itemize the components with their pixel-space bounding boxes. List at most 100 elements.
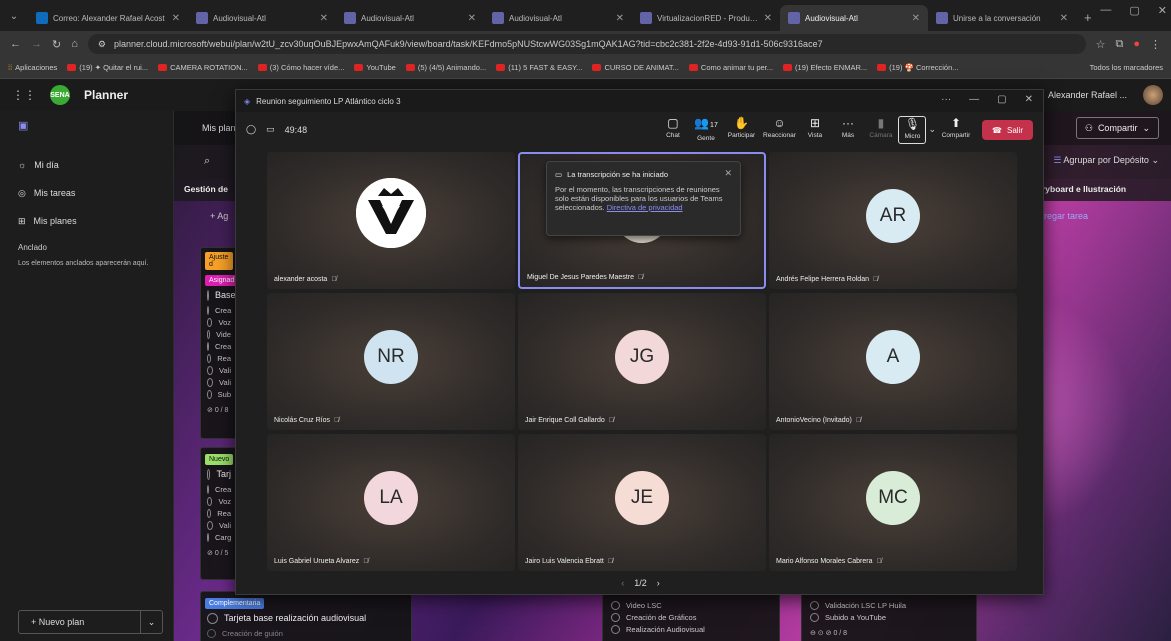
control-people-button[interactable]: 👥17 Gente — [690, 116, 721, 144]
recording-notes-icon[interactable]: ▭ — [266, 124, 275, 135]
site-info-icon[interactable]: ⚙ — [98, 39, 106, 50]
maximize-icon[interactable]: ▢ — [1129, 4, 1139, 17]
add-task-button-right[interactable]: regar tarea — [1044, 211, 1088, 221]
checklist-item[interactable]: Rea — [207, 507, 231, 519]
checklist-item[interactable]: Rea — [207, 352, 231, 364]
checklist-checkbox[interactable] — [611, 612, 620, 622]
participant-tile[interactable]: A AntonioVecino (Invitado) 🎙̸ — [769, 293, 1017, 430]
app-launcher-icon[interactable]: ⋮⋮ — [12, 88, 36, 102]
checklist-checkbox[interactable] — [207, 317, 213, 327]
checklist-item[interactable]: Voz — [207, 495, 231, 507]
checklist-item[interactable]: Subido a YouTube — [810, 611, 968, 623]
close-icon[interactable]: ✕ — [172, 13, 180, 24]
close-icon[interactable]: ✕ — [764, 13, 772, 24]
control-chat-button[interactable]: ▢ Chat — [657, 116, 688, 144]
search-icon[interactable]: ⌕ — [204, 155, 210, 168]
browser-tab[interactable]: Audiovisual-Atl ✕ — [336, 5, 484, 31]
checklist-checkbox[interactable] — [207, 496, 213, 506]
profile-icon[interactable]: ● — [1133, 38, 1140, 50]
chevron-right-icon[interactable]: › — [657, 578, 660, 588]
checklist-item[interactable]: Sub — [207, 388, 231, 400]
chevron-left-icon[interactable]: ‹ — [621, 578, 624, 588]
browser-tab[interactable]: Audiovisual-Atl ✕ — [188, 5, 336, 31]
checklist-item[interactable]: Vide — [207, 328, 231, 340]
control-share-screen-button[interactable]: ⬆ Compartir — [938, 116, 974, 144]
checklist-checkbox[interactable] — [207, 389, 212, 399]
more-options-icon[interactable]: ··· — [941, 94, 951, 105]
participant-tile[interactable]: MC Mario Alfonso Morales Cabrera 🎙̸ — [769, 434, 1017, 571]
chevron-down-icon[interactable]: ⌄ — [140, 611, 162, 633]
participant-tile[interactable]: AR Andrés Felipe Herrera Roldan 🎙̸ — [769, 152, 1017, 289]
checklist-checkbox[interactable] — [207, 329, 211, 339]
close-icon[interactable]: ✕ — [320, 13, 328, 24]
leave-button[interactable]: ☎ Salir — [982, 120, 1033, 140]
bookmark-item[interactable]: (19) 🍄 Corrección... — [877, 63, 959, 72]
bookmark-item[interactable]: CURSO DE ANIMAT... — [592, 63, 679, 72]
checklist-item[interactable]: Crea — [207, 483, 231, 495]
participant-tile[interactable]: LA Luis Gabriel Urueta Alvarez 🎙̸ — [267, 434, 515, 571]
extensions-icon[interactable]: ⧉ — [1115, 38, 1123, 51]
checklist-item[interactable]: Crea — [207, 340, 231, 352]
checklist-item[interactable]: Validación LSC LP Huila — [810, 599, 968, 611]
control-hand-button[interactable]: ✋ Participar — [723, 116, 759, 144]
user-name[interactable]: Alexander Rafael ... — [1048, 90, 1127, 100]
close-icon[interactable]: ✕ — [912, 13, 920, 24]
checklist-item[interactable]: Video LSC — [611, 599, 771, 611]
url-input[interactable]: ⚙ planner.cloud.microsoft/webui/plan/w2t… — [87, 34, 1086, 54]
back-icon[interactable]: ← — [10, 38, 21, 50]
participant-tile[interactable]: JE Jairo Luis Valencia Ebratt 🎙̸ — [518, 434, 766, 571]
group-by-dropdown[interactable]: ☰ Agrupar por Depósito ⌄ — [1053, 155, 1159, 166]
control-more-button[interactable]: ··· Más — [832, 116, 863, 144]
task-card[interactable]: Video LSC Creación de Gráficos Realización… — [602, 593, 780, 641]
bookmark-item[interactable]: YouTube — [354, 63, 396, 72]
control-smile-button[interactable]: ☺ Reaccionar — [761, 116, 797, 144]
avatar[interactable] — [1143, 85, 1163, 105]
control-view-button[interactable]: ⊞ Vista — [799, 116, 830, 144]
collapse-nav-icon[interactable]: ▣ — [0, 111, 173, 143]
browser-tab[interactable]: Audiovisual-Atl ✕ — [484, 5, 632, 31]
reload-icon[interactable]: ↻ — [52, 38, 61, 51]
task-card[interactable]: Validación LSC LP Huila Subido a YouTube … — [801, 593, 977, 641]
mic-options-chevron-icon[interactable]: ⌄ — [928, 124, 936, 135]
close-icon[interactable]: ✕ — [616, 13, 624, 24]
checklist-checkbox[interactable] — [207, 508, 212, 518]
checklist-checkbox[interactable] — [207, 305, 209, 315]
participant-tile[interactable]: alexander acosta 🎙̸ — [267, 152, 515, 289]
privacy-link[interactable]: Directiva de privacidad — [607, 203, 683, 212]
minimize-icon[interactable]: — — [1100, 4, 1111, 17]
bookmark-all[interactable]: Todos los marcadores — [1090, 63, 1163, 72]
tab-search-icon[interactable]: ⌄ — [0, 4, 28, 28]
checklist-item[interactable]: Carg — [207, 531, 231, 543]
checklist-checkbox[interactable] — [207, 484, 209, 494]
participant-tile[interactable]: NR Nicolás Cruz Ríos 🎙̸ — [267, 293, 515, 430]
sidebar-item-mi-dia[interactable]: ☼ Mi día — [0, 151, 173, 179]
sidebar-item-mis-planes[interactable]: ⊞ Mis planes — [0, 207, 173, 235]
sidebar-item-mis-tareas[interactable]: ◎ Mis tareas — [0, 179, 173, 207]
maximize-icon[interactable]: ▢ — [997, 94, 1006, 105]
checklist-item[interactable]: Creación de Gráficos — [611, 611, 771, 623]
bookmark-item[interactable]: (19) ✦ Quitar el rui... — [67, 63, 148, 72]
close-icon[interactable]: ✕ — [1060, 13, 1068, 24]
checklist-item[interactable]: Crea — [207, 304, 231, 316]
checklist-checkbox[interactable] — [207, 377, 214, 387]
close-icon[interactable]: ✕ — [1158, 4, 1167, 17]
bookmark-item[interactable]: (11) 5 FAST & EASY... — [496, 63, 582, 72]
new-plan-button[interactable]: + Nuevo plan ⌄ — [18, 610, 163, 634]
checklist-checkbox[interactable] — [611, 624, 620, 634]
checklist-checkbox[interactable] — [207, 365, 214, 375]
browser-tab[interactable]: VirtualizacionRED - Producción ✕ — [632, 5, 780, 31]
control-mic-off-button[interactable]: 🎙 Micro — [898, 116, 927, 144]
close-icon[interactable]: ✕ — [1025, 94, 1033, 105]
bookmark-item[interactable]: (5) (4/5) Animando... — [405, 63, 486, 72]
bookmark-star-icon[interactable]: ☆ — [1096, 38, 1106, 51]
bookmark-item[interactable]: (3) Cómo hacer víde... — [257, 63, 344, 72]
checklist-checkbox[interactable] — [611, 600, 620, 610]
task-card[interactable]: Complementaria Tarjeta base realización … — [200, 591, 412, 641]
browser-menu-icon[interactable]: ⋮ — [1150, 38, 1161, 51]
share-button[interactable]: ⚇ Compartir ⌄ — [1075, 117, 1159, 139]
checklist-item[interactable]: Voz — [207, 316, 231, 328]
minimize-icon[interactable]: — — [969, 94, 979, 105]
browser-tab[interactable]: Unirse a la conversación ✕ — [928, 5, 1076, 31]
browser-tab[interactable]: Correo: Alexander Rafael Acost ✕ — [28, 5, 188, 31]
checklist-checkbox[interactable] — [810, 612, 819, 622]
